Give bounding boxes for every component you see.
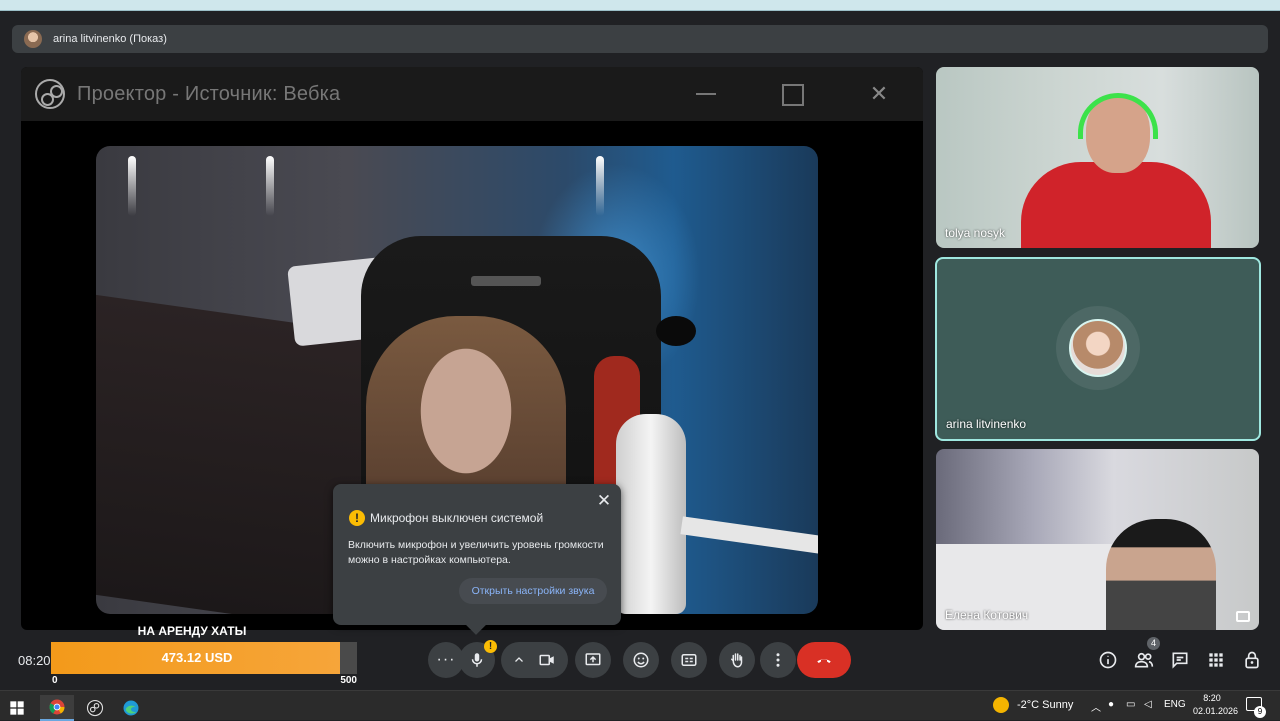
tray-volume-icon[interactable]: ◁: [1144, 699, 1152, 710]
present-screen-button[interactable]: [575, 642, 611, 678]
warning-icon: !: [349, 510, 365, 526]
wall-light: [596, 156, 604, 216]
chair-logo: [471, 276, 541, 286]
studio-microphone: [616, 414, 686, 614]
people-button[interactable]: [1134, 650, 1154, 670]
grid-icon: [1209, 653, 1223, 667]
presenting-label: arina litvinenko (Показ): [53, 33, 167, 45]
more-actions-button[interactable]: [760, 642, 796, 678]
taskbar-edge[interactable]: [114, 695, 148, 721]
end-call-button[interactable]: [797, 642, 851, 678]
mic-warning-icon: !: [484, 640, 497, 653]
chrome-icon: [49, 699, 65, 715]
participant-name: Елена Котович: [945, 608, 1029, 622]
presenter-avatar: [24, 30, 42, 48]
weather-text[interactable]: -2°C Sunny: [1017, 699, 1073, 711]
presenting-bar[interactable]: arina litvinenko (Показ): [12, 25, 1268, 53]
minimize-icon: [694, 81, 720, 107]
projector-titlebar: Проектор - Источник: Вебка ✕: [21, 67, 923, 121]
notifications-count: 9: [1254, 706, 1266, 718]
participant-name: arina litvinenko: [946, 417, 1027, 431]
donation-max: 500: [340, 675, 357, 686]
wall-light: [128, 156, 136, 216]
edge-icon: [123, 700, 139, 716]
pin-icon[interactable]: [1236, 611, 1250, 622]
headset: [1078, 93, 1158, 139]
taskbar-clock[interactable]: 8:20 02.01.2026: [1193, 692, 1239, 718]
lock-person-icon: [1245, 651, 1259, 669]
participant-tile-active[interactable]: arina litvinenko: [935, 257, 1261, 441]
weather-sun-icon: [993, 697, 1009, 713]
present-icon: [585, 653, 601, 666]
donation-amount: 473.12 USD: [161, 650, 233, 665]
captions-button[interactable]: [671, 642, 707, 678]
projector-title: Проектор - Источник: Вебка: [77, 82, 341, 105]
emoji-icon: [633, 652, 649, 668]
chat-button[interactable]: [1170, 650, 1190, 670]
captions-icon: [681, 654, 697, 666]
camera-button[interactable]: [501, 642, 568, 678]
language-indicator[interactable]: ENG: [1164, 699, 1186, 710]
end-call-icon: [817, 659, 831, 663]
maximize-icon: [779, 81, 805, 107]
chevron-up-icon[interactable]: [513, 654, 525, 666]
taskbar-chrome[interactable]: [40, 695, 74, 721]
participant-video: [1021, 162, 1211, 248]
microphone-icon: [471, 653, 483, 667]
browser-tab-strip: [0, 0, 1280, 11]
windows-logo-icon: [10, 701, 24, 715]
mic-arm: [680, 516, 818, 554]
participant-name: tolya nosyk: [945, 226, 1006, 240]
participant-tile[interactable]: Елена Котович: [936, 449, 1259, 630]
kebab-menu-icon: [776, 653, 780, 667]
meeting-details-button[interactable]: [1098, 650, 1118, 670]
open-sound-settings-button[interactable]: Открыть настройки звука: [459, 578, 607, 604]
tray-chevron-icon[interactable]: ︿: [1091, 699, 1101, 714]
taskbar-date: 02.01.2026: [1193, 706, 1239, 716]
obs-icon: [86, 699, 104, 717]
taskbar-obs[interactable]: [78, 695, 112, 721]
donation-title: НА АРЕНДУ ХАТЫ: [137, 624, 247, 638]
raise-hand-button[interactable]: [719, 642, 755, 678]
avatar: [1069, 319, 1127, 377]
camera-icon: [539, 654, 554, 666]
tray-mic-icon[interactable]: ●: [1108, 699, 1114, 710]
popup-close-button[interactable]: ✕: [595, 492, 613, 510]
reactions-button[interactable]: [623, 642, 659, 678]
tray-battery-icon[interactable]: ▭: [1126, 699, 1135, 710]
donation-min: 0: [52, 675, 58, 686]
meeting-clock: 08:20: [18, 653, 51, 668]
people-icon: [1134, 652, 1154, 668]
windows-taskbar: [0, 690, 1280, 721]
info-icon: [1099, 651, 1117, 669]
taskbar-time: 8:20: [1203, 693, 1221, 703]
people-count-badge: 4: [1147, 637, 1160, 650]
participant-video: [1106, 519, 1216, 630]
host-controls-button[interactable]: [1242, 650, 1262, 670]
activities-button[interactable]: [1206, 650, 1226, 670]
popup-body: Включить микрофон и увеличить уровень гр…: [348, 539, 604, 566]
hand-icon: [731, 653, 743, 668]
close-icon: ✕: [869, 81, 889, 106]
obs-logo-icon: [35, 79, 65, 109]
popup-title: Микрофон выключен системой: [370, 511, 544, 525]
wall-light: [266, 156, 274, 216]
start-button[interactable]: [0, 695, 34, 721]
participant-tile[interactable]: tolya nosyk: [936, 67, 1259, 248]
mic-disabled-popup: ! Микрофон выключен системой ✕ Включить …: [333, 484, 621, 625]
donation-goal-widget: НА АРЕНДУ ХАТЫ 473.12 USD 0 500: [51, 624, 357, 686]
chat-icon: [1172, 652, 1188, 669]
ring-lamp: [656, 316, 696, 346]
